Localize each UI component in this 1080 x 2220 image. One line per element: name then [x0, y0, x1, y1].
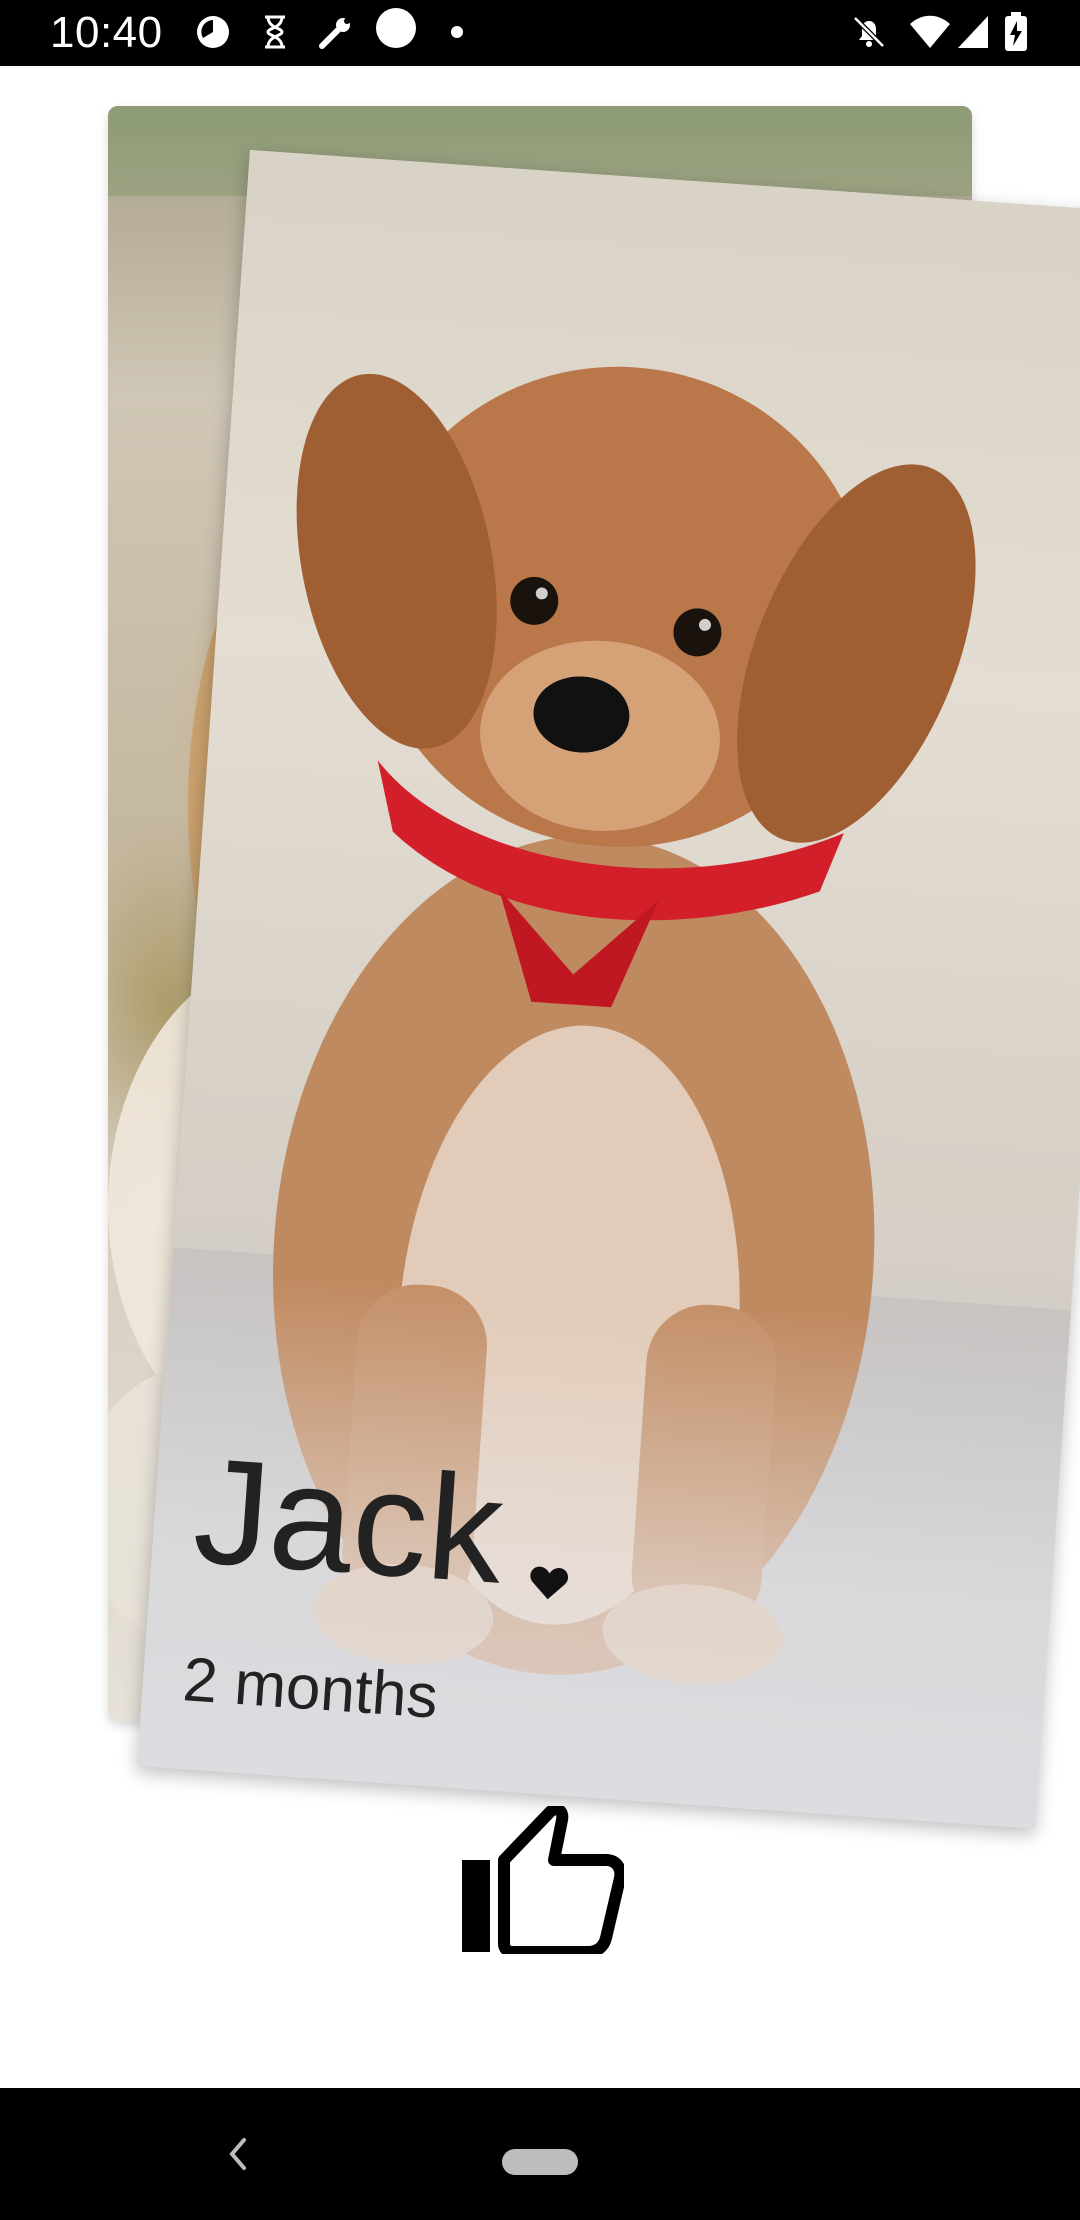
home-pill[interactable]: [502, 2149, 578, 2175]
back-icon[interactable]: [222, 2130, 252, 2183]
signal-icon: [956, 14, 990, 50]
navigation-bar: [0, 2088, 1080, 2220]
wifi-icon: [908, 14, 952, 50]
like-button[interactable]: [452, 1800, 632, 1960]
status-bar: 10:40: [0, 0, 1080, 66]
pie-icon: [195, 14, 231, 50]
hourglass-icon: [262, 14, 288, 50]
front-card-name-row: Jack: [189, 1420, 579, 1626]
bell-off-icon: [850, 14, 888, 50]
front-card-name: Jack: [189, 1425, 509, 1615]
thumbs-up-icon: [462, 1806, 624, 1954]
status-time: 10:40: [50, 8, 163, 57]
front-card[interactable]: Jack 2 months: [136, 150, 1080, 1829]
wrench-icon: [318, 14, 354, 50]
battery-icon: [1004, 12, 1028, 51]
dot-icon: [450, 14, 464, 50]
circle-icon: [374, 8, 418, 48]
